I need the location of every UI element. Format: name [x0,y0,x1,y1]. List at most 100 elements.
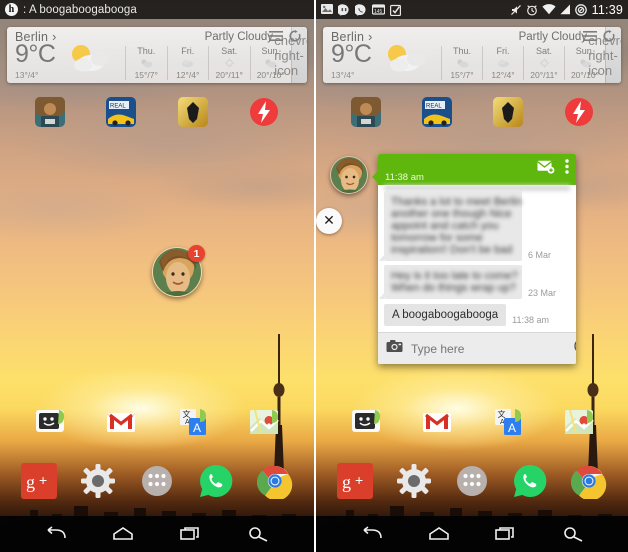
chat-message[interactable]: Hey is it too late to come? When do thin… [378,265,576,299]
weather-forecast: Thu. 15°/7° Fri. 12°/4° Sat. 20°/11° Sun… [125,41,291,83]
forecast-day-temps: 15°/7° [450,70,474,80]
svg-text:+: + [355,472,363,488]
unread-badge: 1 [188,245,205,262]
forecast-day-name: Fri. [181,46,195,56]
ticker-text: : A boogaboogabooga [23,3,137,16]
notification-ticker[interactable]: h : A boogaboogabooga [5,3,137,16]
camera-icon[interactable] [386,339,403,358]
gmail-icon[interactable] [422,407,452,437]
maps-icon[interactable] [249,407,280,437]
message-text: A boogaboogabooga [384,304,507,326]
chat-message[interactable]: A boogaboogabooga 11:38 am [378,304,576,326]
partly-cloudy-icon [127,56,166,69]
do-not-disturb-icon [574,3,587,16]
flash-boost-icon[interactable] [564,97,594,127]
transformers-icon[interactable] [177,97,208,127]
chat-window: 11:38 am Thanks a lot to meet Berlin ano… [378,154,576,364]
svg-text:A: A [193,421,201,435]
chat-head-avatar[interactable] [330,156,368,194]
messaging-icon[interactable] [351,407,381,437]
forecast-day-temps: 12°/4° [176,70,200,80]
chrome-icon[interactable] [570,463,607,501]
recents-button[interactable] [491,522,521,546]
forecast-day: Thu. 15°/7° [125,46,167,80]
shooter-game-icon[interactable] [34,97,65,127]
search-button[interactable] [243,522,273,546]
home-button[interactable] [108,522,138,546]
forecast-day: Thu. 15°/7° [441,46,482,80]
weather-widget[interactable]: Berlin › 9°C 13°/4° Partly Cloudy Thu. 1… [323,27,621,83]
real-racing-icon[interactable]: REAL [106,97,137,127]
google-plus-icon[interactable]: g + [21,463,58,499]
refresh-icon[interactable] [289,30,301,42]
app-drawer-icon[interactable] [454,463,490,499]
forecast-day: Sat. 20°/11° [208,46,250,80]
whatsapp-icon[interactable] [198,463,234,499]
app-row-bottom: 文AA [0,402,314,442]
whatsapp-icon[interactable] [512,463,548,499]
message-input[interactable] [411,341,566,356]
home-button[interactable] [424,522,454,546]
weather-widget[interactable]: Berlin › 9°C 13°/4° Partly Cloudy Thu. 1… [7,27,307,83]
signal-icon [560,4,571,15]
close-chat-button[interactable]: ✕ [316,208,342,234]
weather-current[interactable]: Berlin › 9°C 13°/4° [323,27,441,83]
hangouts-icon [338,3,350,16]
new-message-icon[interactable] [537,160,555,179]
weather-current[interactable]: Berlin › 9°C 13°/4° [7,27,125,83]
weather-forecast: Thu. 15°/7° Fri. 12°/4° Sat. 20°/11° Sun… [441,41,605,83]
list-icon[interactable] [583,31,597,41]
translate-icon[interactable]: 文AA [178,407,208,437]
redacted-message-text: Thanks a lot to meet Berlin another one … [391,196,522,256]
chat-popup: 11:38 am Thanks a lot to meet Berlin ano… [372,154,576,364]
status-bar: 145 11:39 [316,0,628,19]
recents-button[interactable] [176,522,206,546]
back-button[interactable] [357,522,387,546]
forecast-day-temps: 15°/7° [134,70,158,80]
chrome-icon[interactable] [256,463,293,501]
maps-icon[interactable] [564,407,594,437]
search-button[interactable] [558,522,588,546]
app-row-top: REAL [316,92,628,132]
refresh-icon[interactable] [603,30,615,42]
chat-header: 11:38 am [378,154,576,185]
real-racing-icon[interactable]: REAL [421,97,452,127]
status-bar: h : A boogaboogabooga [0,0,314,19]
back-button[interactable] [41,522,71,546]
chat-message[interactable]: Thanks a lot to meet Berlin another one … [378,191,576,261]
overflow-menu-icon[interactable] [565,159,569,179]
flash-boost-icon[interactable] [249,97,279,127]
svg-text:A: A [508,421,516,435]
right-phone-screen: 145 11:39 Berlin › 9°C 13°/4° Partly Clo… [314,0,628,552]
alarm-icon [526,4,538,16]
message-timestamp: 11:38 am [512,315,550,325]
message-composer [378,332,576,364]
status-clock: 11:39 [591,2,623,17]
forecast-day-name: Fri. [496,46,510,56]
navigation-bar [316,516,628,552]
list-icon[interactable] [269,31,283,41]
hangouts-dialer-icon [355,3,367,16]
floating-chat-head[interactable]: 1 [152,245,205,297]
shooter-game-icon[interactable] [350,97,381,127]
chat-message-list[interactable]: Thanks a lot to meet Berlin another one … [378,185,576,326]
left-phone-screen: h : A boogaboogabooga Berlin › 9°C 13°/4… [0,0,314,552]
messaging-icon[interactable] [35,407,65,437]
app-drawer-icon[interactable] [139,463,175,499]
forecast-day: Fri. 12°/4° [166,46,209,80]
vibrate-mute-icon [510,4,522,16]
settings-icon[interactable] [80,463,116,499]
transformers-icon[interactable] [492,97,523,127]
wifi-icon [542,4,556,15]
forecast-day-temps: 20°/11° [215,70,243,80]
svg-text:文: 文 [497,409,505,419]
svg-text:g: g [26,472,35,492]
gmail-icon[interactable] [106,407,136,437]
emoji-icon[interactable] [574,338,576,359]
message-timestamp: 23 Mar [528,288,557,298]
translate-icon[interactable]: 文AA [493,407,523,437]
settings-icon[interactable] [396,463,432,499]
message-bubble: Hey is it too late to come? When do thin… [379,265,522,299]
svg-text:REAL: REAL [110,104,126,110]
google-plus-icon[interactable]: g + [337,463,374,499]
